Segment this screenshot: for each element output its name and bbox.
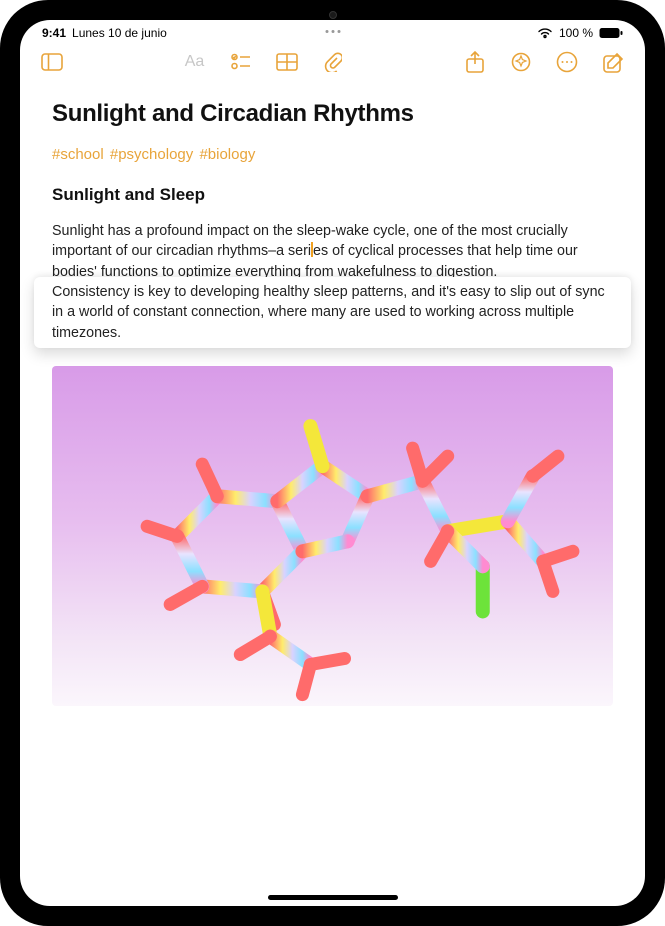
share-button[interactable] [463, 50, 487, 74]
writing-tools-button[interactable] [509, 50, 533, 74]
front-camera [329, 11, 337, 19]
attach-button[interactable] [321, 50, 345, 74]
battery-percentage: 100 % [559, 26, 593, 40]
more-button[interactable] [555, 50, 579, 74]
tag-row[interactable]: #school #psychology #biology [52, 146, 613, 163]
battery-icon [599, 27, 623, 39]
wifi-icon [537, 27, 553, 39]
suggestion-text: Consistency is key to developing healthy… [52, 284, 605, 341]
status-bar: 9:41 Lunes 10 de junio 100 % [20, 20, 645, 42]
note-body-text[interactable]: Sunlight has a profound impact on the sl… [52, 221, 613, 706]
suggestion-popup[interactable]: Consistency is key to developing healthy… [34, 277, 631, 348]
status-time: 9:41 [42, 26, 66, 40]
note-title[interactable]: Sunlight and Circadian Rhythms [52, 100, 613, 128]
sidebar-toggle-button[interactable] [40, 50, 64, 74]
molecule-illustration [52, 366, 613, 706]
compose-button[interactable] [601, 50, 625, 74]
toolbar: Aa [20, 42, 645, 82]
tag-school[interactable]: #school [52, 146, 104, 163]
format-button[interactable]: Aa [183, 50, 207, 74]
checklist-button[interactable] [229, 50, 253, 74]
status-date: Lunes 10 de junio [72, 26, 167, 40]
tag-psychology[interactable]: #psychology [110, 146, 193, 163]
home-indicator[interactable] [268, 895, 398, 900]
note-subheading[interactable]: Sunlight and Sleep [52, 185, 613, 205]
note-editor[interactable]: Sunlight and Circadian Rhythms #school #… [20, 82, 645, 906]
table-button[interactable] [275, 50, 299, 74]
tag-biology[interactable]: #biology [199, 146, 255, 163]
multitask-dots[interactable] [325, 30, 340, 33]
inline-image[interactable] [52, 366, 613, 706]
